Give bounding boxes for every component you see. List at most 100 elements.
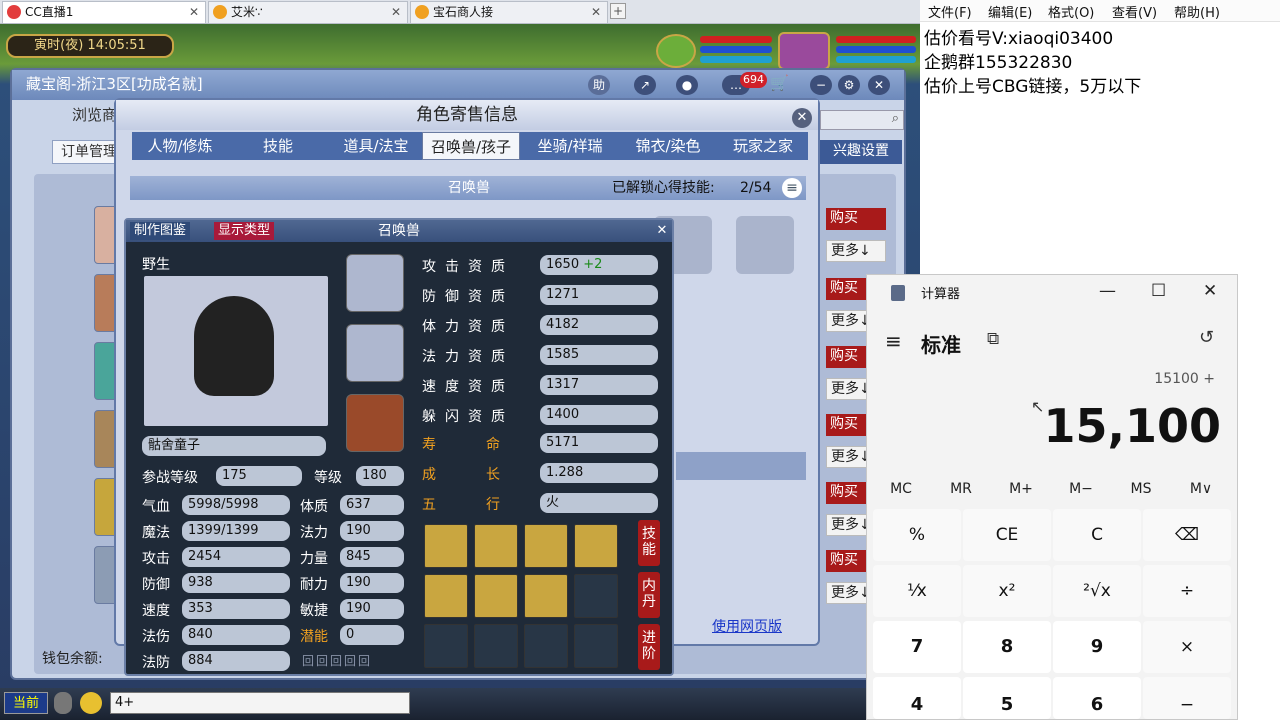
close-icon[interactable]: ✕	[591, 2, 601, 22]
calculator-display: 15,100	[1043, 399, 1221, 453]
cart-icon[interactable]: 🛒	[770, 74, 789, 92]
keep-on-top-icon[interactable]: ⧉	[987, 329, 999, 349]
chat-input[interactable]: 4+	[110, 692, 410, 714]
clear-entry-button[interactable]: CE	[963, 509, 1051, 561]
attr-label: 耐力	[300, 577, 328, 593]
menu-edit[interactable]: 编辑(E)	[988, 2, 1032, 21]
microphone-icon[interactable]	[54, 692, 72, 714]
subtract-button[interactable]: −	[1143, 677, 1231, 719]
digit-8-button[interactable]: 8	[963, 621, 1051, 673]
close-button[interactable]: ✕	[1203, 281, 1217, 301]
new-tab-button[interactable]: +	[610, 3, 626, 19]
close-icon[interactable]: ✕	[391, 2, 401, 22]
search-input[interactable]: ⌕	[820, 110, 904, 130]
browser-tab-cc[interactable]: CC直播1 ✕	[2, 1, 206, 23]
pet-avatar-icon[interactable]	[656, 34, 696, 68]
share-icon[interactable]: ↗	[634, 75, 656, 95]
attr-value: 845	[340, 547, 404, 567]
skills-side-button[interactable]: 技能	[638, 520, 660, 566]
tab-mounts[interactable]: 坐骑/祥瑞	[522, 132, 618, 160]
attr-label: 潜能	[300, 629, 328, 645]
memory-list-button[interactable]: M∨	[1171, 481, 1231, 497]
qual-value: 1585	[540, 345, 658, 365]
qual-value: 1400	[540, 405, 658, 425]
advance-side-button[interactable]: 进阶	[638, 624, 660, 670]
digit-5-button[interactable]: 5	[963, 677, 1051, 719]
type-chip[interactable]: 显示类型	[214, 222, 275, 240]
square-root-button[interactable]: ²√x	[1053, 565, 1141, 617]
empty-summon-slot[interactable]	[736, 216, 794, 274]
minimize-button[interactable]: —	[1099, 281, 1116, 301]
browser-tab-gem[interactable]: 宝石商人接 ✕	[410, 1, 608, 23]
reciprocal-button[interactable]: ¹⁄x	[873, 565, 961, 617]
digit-9-button[interactable]: 9	[1053, 621, 1141, 673]
player-avatar-icon[interactable]	[778, 32, 830, 70]
digit-7-button[interactable]: 7	[873, 621, 961, 673]
close-icon[interactable]: ✕	[792, 108, 812, 128]
multiply-button[interactable]: ×	[1143, 621, 1231, 673]
close-icon[interactable]: ✕	[189, 2, 199, 22]
list-icon[interactable]: ≡	[782, 178, 802, 198]
close-icon[interactable]: ✕	[868, 75, 890, 95]
equip-necklace-icon[interactable]	[346, 324, 404, 382]
help-button[interactable]: 助	[588, 75, 610, 95]
notepad-line[interactable]: 企鹅群155322830	[924, 48, 1072, 73]
skill-eye-icon[interactable]	[424, 524, 468, 568]
skill-bow-icon[interactable]	[574, 524, 618, 568]
record-icon[interactable]: ●	[676, 75, 698, 95]
tab-summons[interactable]: 召唤兽/孩子	[422, 132, 520, 160]
percent-button[interactable]: %	[873, 509, 961, 561]
settings-icon[interactable]: ⚙	[838, 75, 860, 95]
wallet-balance-label: 钱包余额:	[42, 651, 103, 667]
tab-player-home[interactable]: 玩家之家	[718, 132, 808, 160]
inner-core-side-button[interactable]: 内丹	[638, 572, 660, 618]
clear-button[interactable]: C	[1053, 509, 1141, 561]
equip-armor-icon[interactable]	[346, 394, 404, 452]
tab-character[interactable]: 人物/修炼	[132, 132, 228, 160]
menu-help[interactable]: 帮助(H)	[1174, 2, 1220, 21]
tab-items[interactable]: 道具/法宝	[328, 132, 424, 160]
more-button[interactable]: 更多↓	[826, 240, 886, 262]
memory-recall-button[interactable]: MR	[931, 481, 991, 497]
chat-channel-button[interactable]: 当前	[4, 692, 48, 714]
menu-file[interactable]: 文件(F)	[928, 2, 972, 21]
memory-store-button[interactable]: MS	[1111, 481, 1171, 497]
minimize-icon[interactable]: −	[810, 75, 832, 95]
interest-settings-button[interactable]: 兴趣设置	[820, 140, 902, 164]
skill-scroll-icon[interactable]	[474, 524, 518, 568]
guide-chip[interactable]: 制作图鉴	[130, 222, 191, 240]
memory-add-button[interactable]: M+	[991, 481, 1051, 497]
square-button[interactable]: x²	[963, 565, 1051, 617]
menu-view[interactable]: 查看(V)	[1112, 2, 1157, 21]
memory-subtract-button[interactable]: M−	[1051, 481, 1111, 497]
memory-clear-button[interactable]: MC	[871, 481, 931, 497]
skill-beast-icon[interactable]	[424, 574, 468, 618]
unlock-value: 2/54	[740, 180, 772, 196]
buy-button[interactable]: 购买	[826, 208, 886, 230]
backspace-button[interactable]: ⌫	[1143, 509, 1231, 561]
element-label: 五行	[422, 497, 550, 513]
web-version-link[interactable]: 使用网页版	[712, 616, 782, 636]
notepad-line[interactable]: 估价看号V:xiaoqi03400	[924, 24, 1113, 49]
skill-sword-icon[interactable]	[524, 524, 568, 568]
digit-6-button[interactable]: 6	[1053, 677, 1141, 719]
maximize-button[interactable]: ☐	[1151, 281, 1166, 301]
skill-arm-icon[interactable]	[524, 574, 568, 618]
skill-figure-icon[interactable]	[474, 574, 518, 618]
history-icon[interactable]: ↺	[1199, 327, 1214, 348]
tab-outfits[interactable]: 锦衣/染色	[620, 132, 716, 160]
ornament-pattern-icon: 回回回回回	[302, 654, 373, 668]
browse-label[interactable]: 浏览商	[72, 104, 117, 125]
equip-ring-icon[interactable]	[346, 254, 404, 312]
empty-skill-slot	[474, 624, 518, 668]
attr-label: 法力	[300, 525, 328, 541]
menu-icon[interactable]: ≡	[885, 329, 902, 353]
browser-tab-aimi[interactable]: 艾米∵ ✕	[208, 1, 408, 23]
digit-4-button[interactable]: 4	[873, 677, 961, 719]
menu-format[interactable]: 格式(O)	[1048, 2, 1094, 21]
close-icon[interactable]: ✕	[652, 221, 672, 241]
emoji-icon[interactable]	[80, 692, 102, 714]
divide-button[interactable]: ÷	[1143, 565, 1231, 617]
notepad-line[interactable]: 估价上号CBG链接，5万以下	[924, 72, 1141, 97]
tab-skills[interactable]: 技能	[230, 132, 326, 160]
